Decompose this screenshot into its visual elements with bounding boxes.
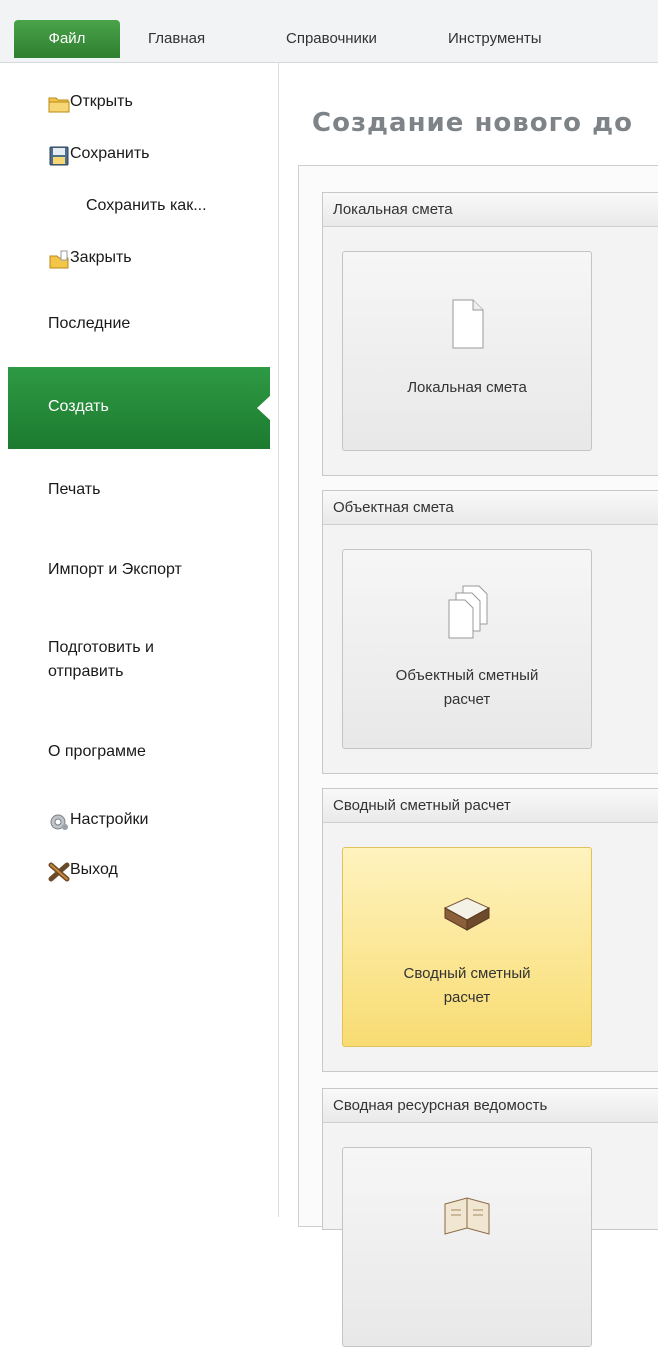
tab-tools[interactable]: Инструменты (448, 24, 542, 54)
group-resource-statement: Сводная ресурсная ведомость (322, 1088, 658, 1347)
menu-create[interactable]: Создать (8, 367, 271, 449)
menu-settings[interactable]: Настройки (0, 811, 278, 835)
card-resource-statement[interactable] (342, 1147, 592, 1347)
document-box-icon (443, 897, 491, 931)
card-local-estimate[interactable]: Локальная смета (342, 251, 592, 451)
group-header: Сводная ресурсная ведомость (323, 1089, 658, 1123)
card-object-estimate[interactable]: Объектный сметный расчет (342, 549, 592, 749)
folder-close-icon (49, 250, 69, 269)
menu-settings-label: Настройки (70, 811, 149, 828)
menu-prepare-line1: Подготовить и (48, 639, 154, 656)
menu-create-label: Создать (48, 398, 109, 415)
tab-home[interactable]: Главная (148, 24, 205, 54)
menu-prepare-send[interactable]: Подготовить и отправить (0, 639, 278, 687)
menu-about-label: О программе (48, 743, 146, 760)
tab-file[interactable]: Файл (14, 20, 120, 58)
group-object-estimate: Объектная смета Объектный сметный расчет (322, 490, 658, 774)
menu-import-export-label: Импорт и Экспорт (48, 561, 182, 578)
menu-prepare-line2: отправить (48, 663, 124, 680)
save-disk-icon (49, 146, 69, 166)
menu-recent[interactable]: Последние (0, 315, 278, 339)
menu-print-label: Печать (48, 481, 101, 498)
card-label-line1: Объектный сметный (395, 667, 539, 684)
menu-open[interactable]: Открыть (0, 93, 278, 117)
menu-open-label: Открыть (70, 93, 133, 110)
menu-save-label: Сохранить (70, 145, 150, 162)
active-indicator-notch (257, 395, 271, 421)
document-icon (452, 299, 484, 349)
card-label-line2: расчет (443, 691, 491, 708)
group-header: Объектная смета (323, 491, 658, 525)
gear-icon (50, 814, 68, 830)
tab-references[interactable]: Справочники (286, 24, 377, 54)
backstage-menu: Открыть Сохранить Сохранить как... Закры… (0, 63, 278, 1217)
menu-exit[interactable]: Выход (0, 861, 278, 885)
card-label: Локальная смета (407, 379, 527, 396)
menu-about[interactable]: О программе (0, 743, 278, 767)
menu-recent-label: Последние (48, 315, 131, 332)
menu-save-as-label: Сохранить как... (86, 197, 207, 214)
group-header: Сводный сметный расчет (323, 789, 658, 823)
menu-exit-label: Выход (70, 861, 118, 878)
ribbon-tab-bar: Файл Главная Справочники Инструменты (0, 0, 658, 63)
card-label-line2: расчет (443, 989, 491, 1006)
menu-divider (278, 63, 279, 1217)
menu-import-export[interactable]: Импорт и Экспорт (0, 561, 278, 585)
menu-close-label: Закрыть (70, 249, 132, 266)
page-title: Создание нового до (312, 108, 633, 138)
menu-close[interactable]: Закрыть (0, 249, 278, 273)
menu-save-as[interactable]: Сохранить как... (0, 197, 278, 221)
group-summary-estimate: Сводный сметный расчет Сводный сметный р… (322, 788, 658, 1072)
exit-cross-icon (48, 862, 70, 882)
group-local-estimate: Локальная смета Локальная смета (322, 192, 658, 476)
folder-open-icon (48, 97, 70, 113)
menu-print[interactable]: Печать (0, 481, 278, 505)
card-summary-estimate[interactable]: Сводный сметный расчет (342, 847, 592, 1047)
group-header: Локальная смета (323, 193, 658, 227)
menu-save[interactable]: Сохранить (0, 145, 278, 169)
card-label-line1: Сводный сметный (403, 965, 531, 982)
open-book-icon (444, 1197, 490, 1235)
multiple-documents-icon (448, 585, 488, 639)
